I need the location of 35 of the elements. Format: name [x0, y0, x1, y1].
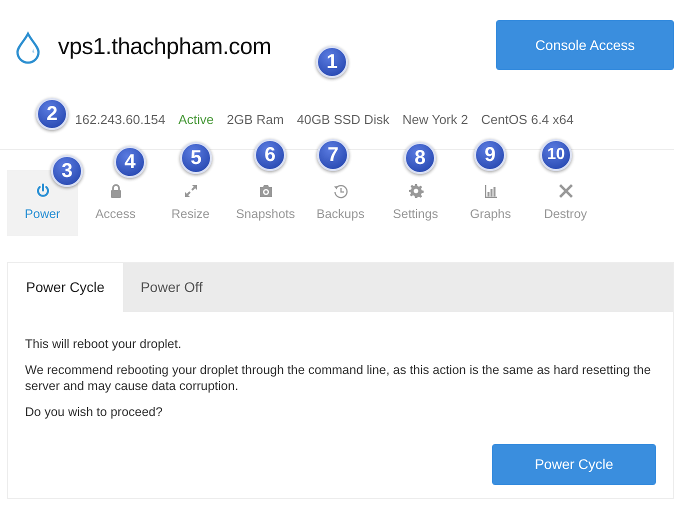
body-text: We recommend rebooting your droplet through the command line, as this action is the same as hard resetting the server and may cause data corruption.: [25, 362, 652, 394]
callout-marker: 6: [254, 139, 286, 171]
power-cycle-button[interactable]: Power Cycle: [492, 444, 656, 485]
history-icon: [332, 182, 348, 199]
close-icon: [558, 182, 574, 199]
callout-marker: 7: [317, 139, 349, 171]
settings-icon: [408, 182, 424, 199]
nav-tab[interactable]: Graphs: [453, 170, 528, 236]
info-text: New York 2: [402, 111, 468, 129]
info-text: 162.243.60.154: [75, 111, 166, 129]
info-text: CentOS 6.4 x64: [481, 111, 574, 129]
body-text: This will reboot your droplet.: [25, 336, 182, 352]
info-text: 2GB Ram: [226, 111, 284, 129]
callout-marker: 2: [36, 98, 68, 130]
nav-tab[interactable]: Snapshots: [228, 170, 303, 236]
bar-chart-icon: [482, 182, 498, 199]
power-icon: [34, 182, 50, 199]
callout-marker: 4: [114, 146, 146, 178]
callout-marker: 5: [180, 142, 212, 174]
callout-marker: 10: [540, 139, 572, 171]
callout-marker: 9: [474, 139, 506, 171]
hostname: vps1.thachpham.com: [58, 32, 272, 61]
resize-icon: [182, 182, 198, 199]
callout-marker: 8: [404, 142, 436, 174]
nav-tab[interactable]: Backups: [303, 170, 378, 236]
camera-icon: [258, 182, 274, 199]
info-text: 40GB SSD Disk: [296, 111, 390, 129]
callout-marker: 3: [51, 155, 83, 187]
panel-tab[interactable]: Power Off: [122, 263, 221, 312]
nav-tab[interactable]: Destroy: [528, 170, 603, 236]
console-access-button[interactable]: Console Access: [496, 20, 674, 70]
body-text: Do you wish to proceed?: [25, 404, 164, 420]
callout-marker: 1: [316, 46, 348, 78]
panel-tab[interactable]: Power Cycle: [8, 263, 123, 312]
status-text: Active: [178, 111, 214, 129]
